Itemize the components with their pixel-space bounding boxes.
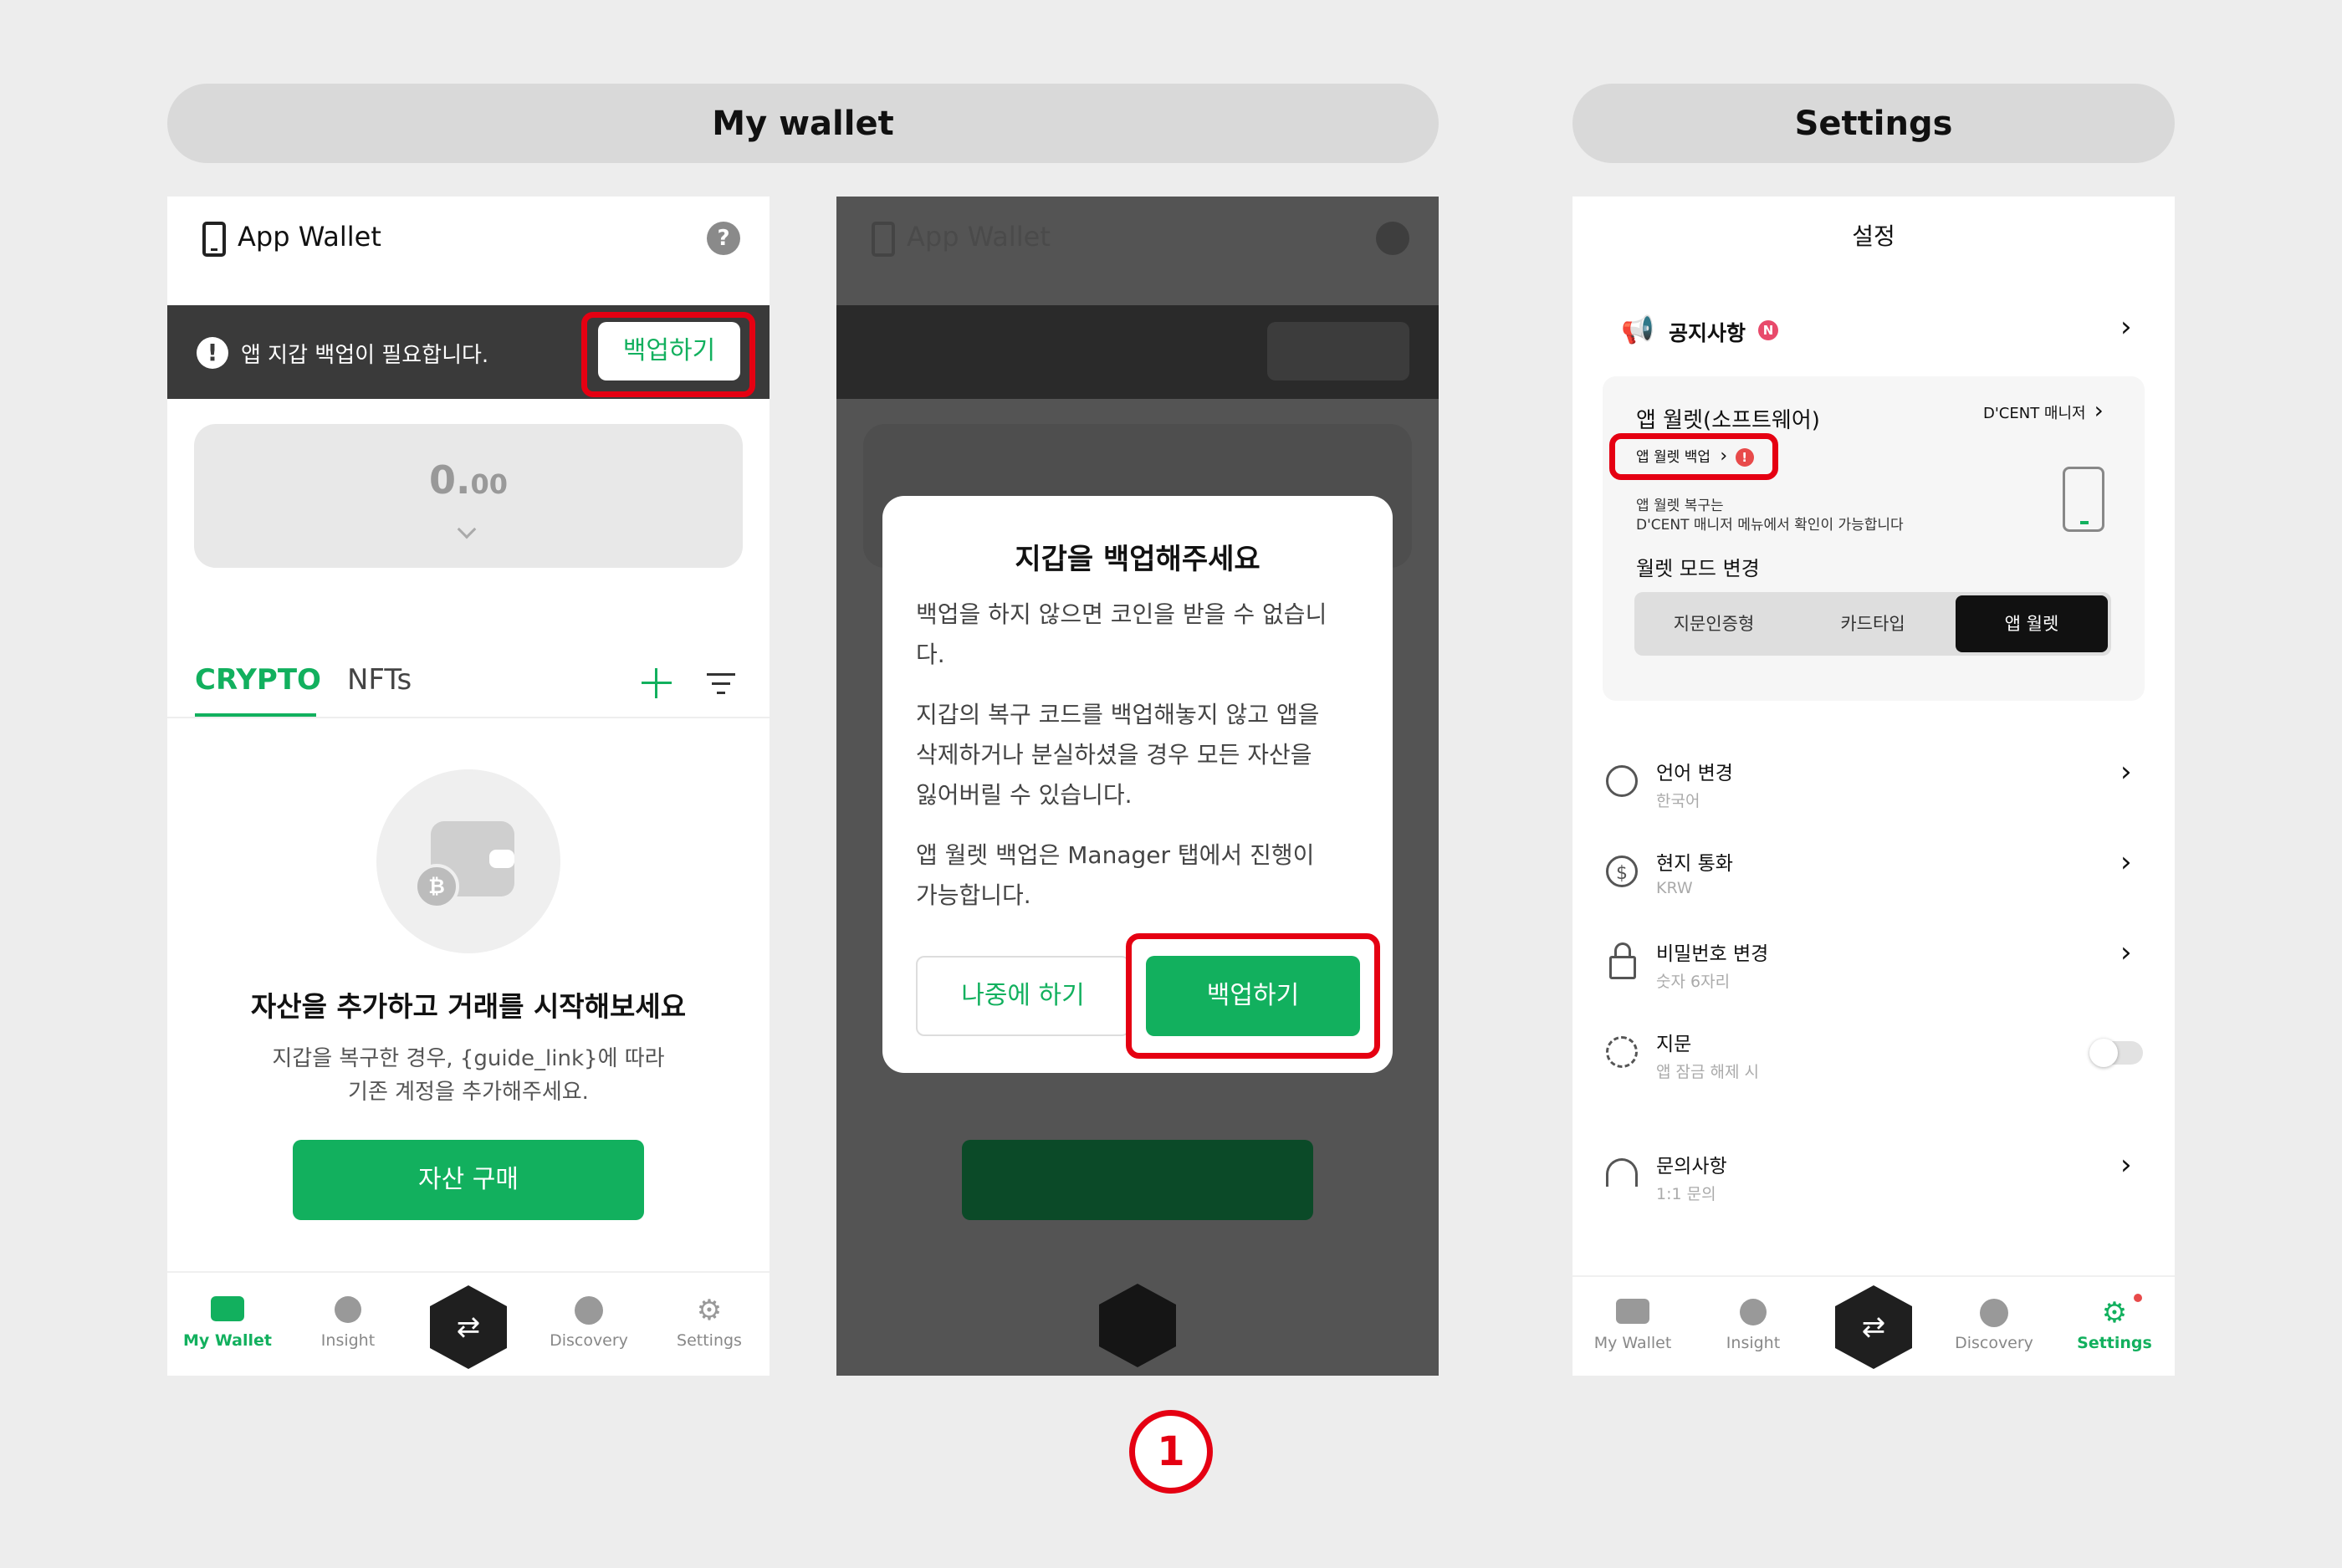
nav-settings[interactable]: ⚙ Settings xyxy=(2054,1294,2175,1352)
chevron-right-icon: › xyxy=(2120,310,2132,344)
highlight-banner-button xyxy=(581,312,755,397)
filter-icon[interactable] xyxy=(707,672,737,697)
nav-settings[interactable]: ⚙ Settings xyxy=(649,1296,770,1350)
wallet-icon xyxy=(1616,1299,1649,1324)
highlight-modal-backup xyxy=(1126,933,1380,1059)
app-wallet-card: 앱 월렛(소프트웨어) D'CENT 매니저 › 앱 월렛 백업 › ! 앱 월렛… xyxy=(1603,376,2145,701)
compass-icon xyxy=(575,1296,603,1325)
settings-row-inquiry[interactable]: 문의사항 1:1 문의 › xyxy=(1572,1142,2175,1217)
notice-row[interactable]: 📢 공지사항 N › xyxy=(1572,305,2175,364)
help-icon[interactable]: ? xyxy=(707,222,740,255)
nav-discovery[interactable]: Discovery xyxy=(1934,1299,2054,1352)
settings-title: 설정 xyxy=(1852,222,1895,250)
tab-crypto[interactable]: CRYPTO xyxy=(195,663,321,697)
nav-discovery[interactable]: Discovery xyxy=(529,1296,649,1350)
settings-row-currency[interactable]: $ 현지 통화 KRW › xyxy=(1572,839,2175,914)
wallet-header: App Wallet ? xyxy=(167,197,770,305)
nav-my-wallet[interactable]: My Wallet xyxy=(1572,1299,1693,1352)
dim-help-icon xyxy=(1376,222,1409,255)
chevron-right-icon: › xyxy=(2120,1148,2132,1182)
wallet-title[interactable]: App Wallet xyxy=(238,221,381,253)
banner-text: 앱 지갑 백업이 필요합니다. xyxy=(241,343,489,368)
settings-row-fingerprint: 지문 앱 잠금 해제 시 xyxy=(1572,1019,2175,1095)
tab-divider xyxy=(167,717,770,718)
megaphone-icon: 📢 xyxy=(1621,314,1654,345)
buy-asset-button[interactable]: 자산 구매 xyxy=(293,1140,644,1220)
mobile-phone-icon xyxy=(2063,467,2104,532)
nav-insight[interactable]: Insight xyxy=(288,1296,408,1350)
dim-wallet-title: App Wallet xyxy=(907,221,1051,253)
empty-desc-line1: 지갑을 복구한 경우, {guide_link}에 따라 xyxy=(272,1046,665,1071)
gear-icon: ⚙ xyxy=(2101,1296,2128,1330)
balance-value: 0.00 xyxy=(428,457,508,503)
lock-icon xyxy=(1609,942,1636,979)
wallet-icon xyxy=(211,1296,244,1321)
recovery-line1: 앱 월렛 복구는 xyxy=(1636,498,1724,514)
mode-card[interactable]: 카드타입 xyxy=(1793,592,1952,656)
fingerprint-toggle[interactable] xyxy=(2089,1039,2143,1067)
fingerprint-icon xyxy=(1606,1036,1638,1068)
step-number-badge: 1 xyxy=(1129,1410,1213,1494)
settings-row-password[interactable]: 비밀번호 변경 숫자 6자리 › xyxy=(1572,929,2175,1004)
lightbulb-icon xyxy=(335,1296,361,1323)
empty-title: 자산을 추가하고 거래를 시작해보세요 xyxy=(250,990,687,1023)
backup-modal: 지갑을 백업해주세요 백업을 하지 않으면 코인을 받을 수 없습니 다. 지갑… xyxy=(882,496,1393,1073)
screen-settings: 설정 📢 공지사항 N › 앱 월렛(소프트웨어) D'CENT 매니저 › 앱 … xyxy=(1572,197,2175,1376)
chevron-right-icon: › xyxy=(2120,755,2132,789)
dim-banner xyxy=(836,305,1439,399)
dollar-icon: $ xyxy=(1606,856,1638,887)
chevron-right-icon: › xyxy=(2120,845,2132,879)
dim-swap-button xyxy=(1099,1284,1176,1367)
chevron-down-icon[interactable] xyxy=(457,519,477,539)
tab-nfts[interactable]: NFTs xyxy=(347,663,412,697)
settings-header: Settings xyxy=(1572,84,2175,163)
highlight-backup-link xyxy=(1609,433,1778,480)
bottom-nav: My Wallet Insight ⇄ Discovery ⚙ Settings xyxy=(1572,1275,2175,1376)
swap-button[interactable]: ⇄ xyxy=(430,1285,507,1369)
mode-fingerprint[interactable]: 지문인증형 xyxy=(1634,592,1793,656)
notice-label: 공지사항 xyxy=(1669,321,1746,345)
screen-my-wallet: App Wallet ? ! 앱 지갑 백업이 필요합니다. 백업하기 0.00… xyxy=(167,197,770,1376)
compass-icon xyxy=(1980,1299,2008,1327)
headset-icon xyxy=(1606,1158,1638,1187)
globe-icon xyxy=(1606,765,1638,797)
gear-icon: ⚙ xyxy=(696,1294,723,1327)
bottom-nav: My Wallet Insight ⇄ Discovery ⚙ Settings xyxy=(167,1271,770,1376)
phone-icon xyxy=(202,222,226,257)
balance-card[interactable]: 0.00 xyxy=(194,424,743,568)
bitcoin-icon: ₿ xyxy=(414,864,459,909)
nav-my-wallet[interactable]: My Wallet xyxy=(167,1296,288,1350)
notification-dot xyxy=(2134,1294,2142,1302)
mode-app-wallet[interactable]: 앱 월렛 xyxy=(1956,595,2108,652)
chevron-right-icon: › xyxy=(2120,936,2132,969)
alert-icon: ! xyxy=(197,337,228,369)
add-icon[interactable] xyxy=(640,667,673,700)
app-wallet-label: 앱 월렛(소프트웨어) xyxy=(1636,408,1820,433)
dim-buy-button xyxy=(962,1140,1313,1220)
lightbulb-icon xyxy=(1740,1299,1767,1325)
swap-button[interactable]: ⇄ xyxy=(1835,1285,1912,1369)
modal-body: 백업을 하지 않으면 코인을 받을 수 없습니 다. 지갑의 복구 코드를 백업… xyxy=(916,600,1327,909)
dcent-manager-link[interactable]: D'CENT 매니저 › xyxy=(1983,396,2104,424)
mode-segmented-control: 지문인증형 카드타입 앱 월렛 xyxy=(1634,592,2111,656)
empty-desc-line2: 기존 계정을 추가해주세요. xyxy=(348,1080,589,1105)
screen-backup-modal: App Wallet 지갑을 백업해주세요 백업을 하지 않으면 코인을 받을 … xyxy=(836,197,1439,1376)
recovery-line2: D'CENT 매니저 메뉴에서 확인이 가능합니다 xyxy=(1636,517,1904,534)
nav-insight[interactable]: Insight xyxy=(1693,1299,1813,1352)
later-button[interactable]: 나중에 하기 xyxy=(916,956,1130,1036)
modal-title: 지갑을 백업해주세요 xyxy=(1015,543,1260,576)
empty-wallet-illustration: ₿ xyxy=(376,769,560,953)
new-badge: N xyxy=(1758,320,1778,340)
mode-change-label: 월렛 모드 변경 xyxy=(1636,557,1760,580)
settings-row-language[interactable]: 언어 변경 한국어 › xyxy=(1572,748,2175,824)
dim-phone-icon xyxy=(872,222,895,257)
my-wallet-header: My wallet xyxy=(167,84,1439,163)
